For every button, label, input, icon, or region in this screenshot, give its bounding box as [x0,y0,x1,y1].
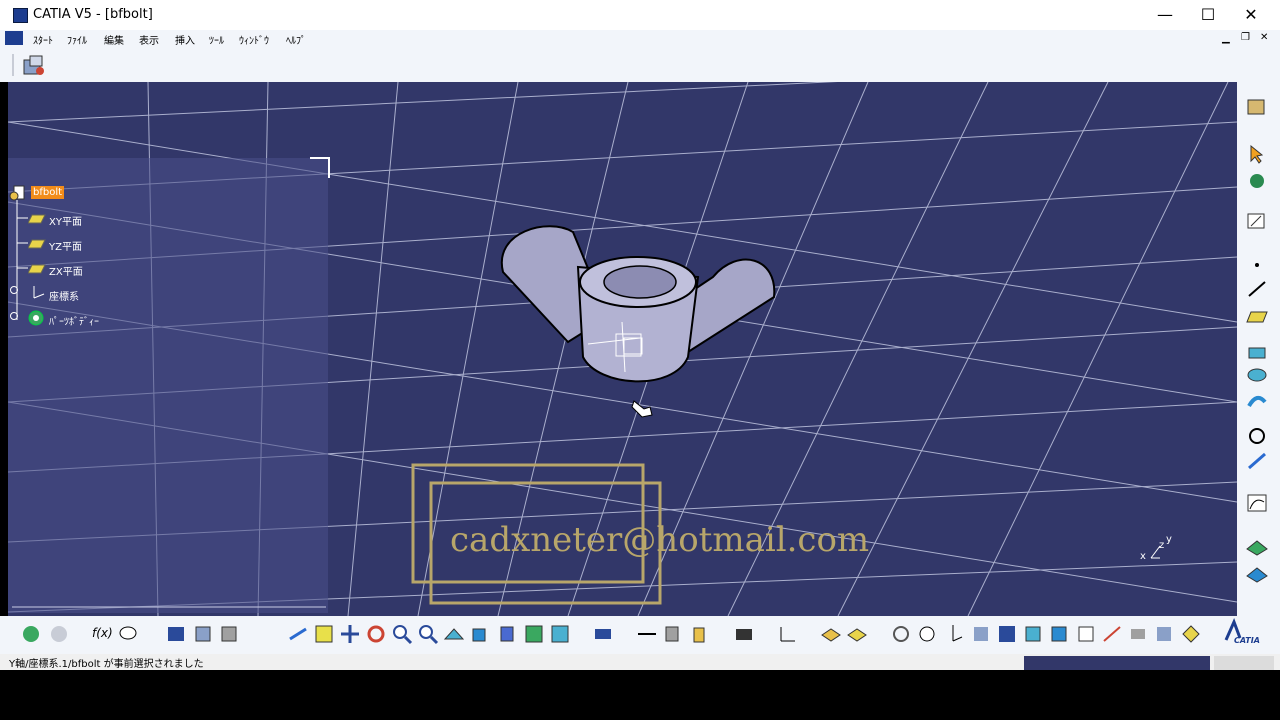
axis-tool-icon[interactable] [942,623,964,645]
snap-icon[interactable] [1075,623,1097,645]
iso-view-icon[interactable] [469,623,491,645]
analysis-icon[interactable] [592,623,614,645]
view-section-icon[interactable] [1048,623,1070,645]
dimension-icon[interactable] [777,623,799,645]
part-icon[interactable] [218,623,240,645]
plane-icon [28,214,46,224]
menu-help[interactable]: ﾍﾙﾌﾟ [286,32,306,47]
grid-icon[interactable] [996,623,1018,645]
screen-border [0,670,1280,720]
minimize-button[interactable]: — [1144,2,1186,28]
axis-system-icon [33,286,45,299]
catalog-icon[interactable] [192,623,214,645]
offset-surface-icon[interactable] [1245,562,1269,584]
close-button[interactable]: ✕ [1230,2,1272,28]
sketcher-icon[interactable] [1245,96,1269,118]
menu-tools[interactable]: ﾂｰﾙ [209,32,224,47]
measure-icon[interactable] [1245,170,1269,192]
view-cube-icon[interactable] [1022,623,1044,645]
command-input-box[interactable] [1024,656,1210,670]
filter-icon[interactable] [1127,623,1149,645]
catia-logo-text: CATIA [1234,636,1260,645]
tree-root-bfbolt[interactable]: bfbolt [31,186,65,199]
part-design-icon[interactable] [20,54,48,78]
capture-camera-icon[interactable] [733,623,755,645]
top-toolbar [0,50,1280,82]
constraint-icon[interactable] [1101,623,1123,645]
watermark-email: cadxneter@hotmail.com [450,520,870,560]
fit-all-icon[interactable] [313,623,335,645]
tree-item-yz-plane[interactable]: YZ平面 [49,238,82,253]
title-bar [0,0,1280,30]
normal-view-icon[interactable] [443,623,465,645]
sweep-icon[interactable] [1245,390,1269,412]
measure-item-icon[interactable] [662,623,684,645]
doc-restore-icon[interactable]: ❐ [1241,32,1250,43]
doc-minimize-icon[interactable]: ▁ [1222,33,1230,44]
surface-icon[interactable] [1245,535,1269,557]
swap-visible-icon[interactable] [549,623,571,645]
curve-icon[interactable] [1245,492,1269,514]
part-tree-icon[interactable] [8,184,30,204]
layer-icon[interactable] [820,623,842,645]
formula-button[interactable]: f(x) [92,626,113,640]
sketch-plane-icon[interactable] [1245,210,1269,232]
menu-window[interactable]: ｳｨﾝﾄﾞｳ [239,32,269,47]
update-disabled-icon[interactable] [48,623,70,645]
window-title: CATIA V5 - [bfbolt] [33,7,153,22]
gear-icon [28,310,44,326]
hand-tool-icon[interactable] [916,623,938,645]
tree-item-axis-system[interactable]: 座標系 [49,288,79,303]
expand-node-icon[interactable] [10,312,18,320]
revolve-icon[interactable] [1245,364,1269,386]
zoom-in-icon[interactable] [391,623,413,645]
document-icon[interactable] [5,31,23,45]
comment-icon[interactable] [117,623,139,645]
select-arrow-icon[interactable] [1245,143,1269,165]
apply-material-icon[interactable] [1180,623,1202,645]
status-side-panel [1214,656,1274,670]
menu-view[interactable]: 表示 [139,32,159,47]
table-icon[interactable] [165,623,187,645]
toolbar-grip[interactable] [12,54,14,76]
compass-x-label: x [1140,551,1146,562]
maximize-button[interactable]: ☐ [1187,2,1229,28]
measure-between-icon[interactable] [636,623,658,645]
extrude-icon[interactable] [1245,340,1269,362]
menu-edit[interactable]: 編集 [104,32,124,47]
plane-tool-icon[interactable] [1245,306,1269,328]
compass-z-label: z [1159,540,1165,551]
zoom-out-icon[interactable] [417,623,439,645]
layer-filter-icon[interactable] [846,623,868,645]
status-message: Y軸/座標系.1/bfbolt が事前選択されました [9,659,204,670]
swirl-icon[interactable] [890,623,912,645]
rotate-icon[interactable] [365,623,387,645]
hierarchy-icon[interactable] [1153,623,1175,645]
tree-item-xy-plane[interactable]: XY平面 [49,213,82,228]
hand-cursor-icon [631,400,653,418]
tree-tool-icon[interactable] [970,623,992,645]
fly-mode-icon[interactable] [287,623,309,645]
menu-file[interactable]: ﾌｧｲﾙ [67,32,87,47]
point-icon[interactable] [1245,254,1269,276]
plane-icon [28,239,46,249]
hide-show-icon[interactable] [523,623,545,645]
measure-inertia-icon[interactable] [688,623,710,645]
compass-y-label: y [1166,534,1172,545]
circle-icon[interactable] [1245,425,1269,447]
line-icon[interactable] [1245,278,1269,300]
menu-insert[interactable]: 挿入 [175,32,195,47]
doc-close-icon[interactable]: ✕ [1260,32,1268,43]
update-icon[interactable] [20,623,42,645]
menu-start[interactable]: ｽﾀｰﾄ [33,32,53,47]
tree-item-zx-plane[interactable]: ZX平面 [49,263,83,278]
pan-icon[interactable] [339,623,361,645]
spline-icon[interactable] [1245,450,1269,472]
shading-icon[interactable] [497,623,519,645]
catia-app-icon [13,8,28,23]
tree-item-part-body[interactable]: ﾊﾟｰﾂﾎﾞﾃﾞｨｰ [49,313,99,328]
plane-icon [28,264,46,274]
expand-node-icon[interactable] [10,286,18,294]
